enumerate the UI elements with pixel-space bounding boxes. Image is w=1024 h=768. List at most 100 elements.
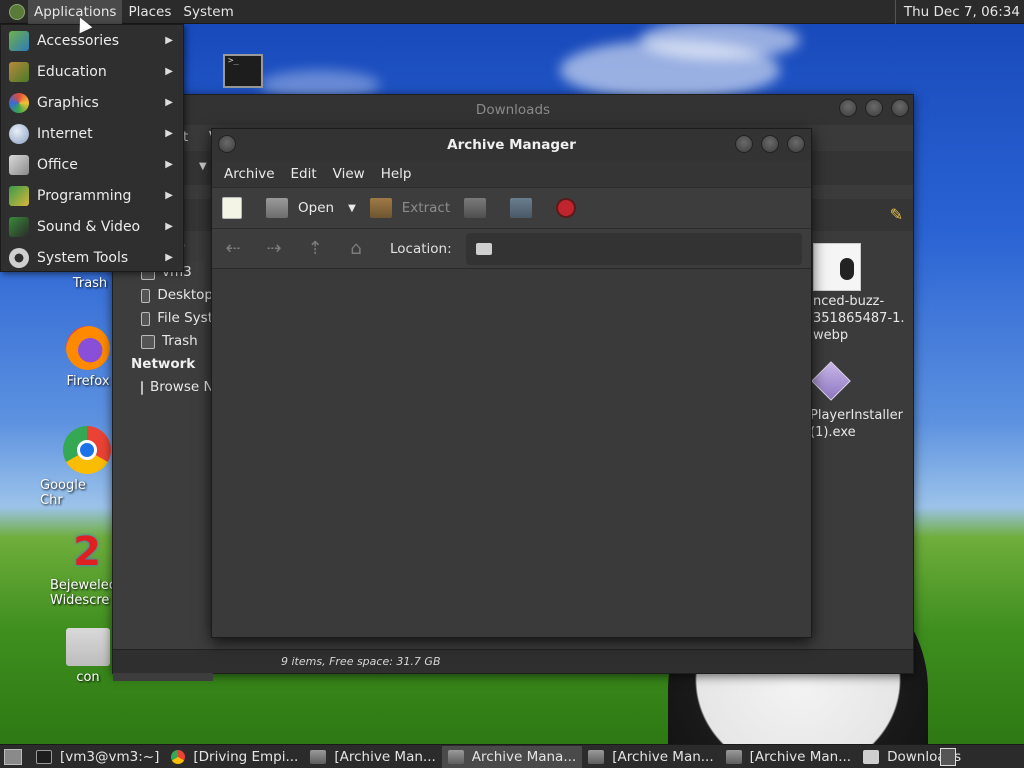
task-label: [Archive Man... [749,748,852,765]
task-label: [vm3@vm3:~] [60,748,160,765]
bottom-taskbar: [vm3@vm3:~] [Driving Empi... [Archive Ma… [0,744,1024,768]
extract-icon [369,198,392,218]
graphics-icon [9,92,29,113]
status-text: 9 items, Free space: 31.7 GB [281,655,441,668]
file-name-line: 351865487-1. [813,311,905,326]
back-arrow-icon[interactable]: ⇠ [222,238,244,259]
trash-desktop-icon[interactable]: Trash [60,276,120,291]
sidebar-item-desktop[interactable]: Desktop [113,284,213,307]
file-name-line: nced-buzz- [813,294,885,309]
app-menu-item-education[interactable]: Education ▶ [1,56,183,87]
firefox-desktop-label: Firefox [66,374,110,389]
trash-icon [141,334,155,349]
webp-file-thumbnail[interactable] [813,243,861,291]
task-chrome[interactable]: [Driving Empi... [165,746,304,768]
clock[interactable]: Thu Dec 7, 06:34 [894,0,1020,24]
bejeweled-desktop-icon[interactable]: 2 Bejewelec Widescre [50,529,116,608]
sidebar-label: Trash [162,333,198,349]
sound-video-icon [9,216,29,237]
sidebar-item-trash[interactable]: Trash [113,330,213,353]
archive-manager-window[interactable]: Archive Manager Archive Edit View Help O… [211,128,812,638]
workspace-switcher[interactable] [940,748,956,766]
maximize-button[interactable] [865,99,883,117]
close-button[interactable] [891,99,909,117]
distro-logo-icon[interactable] [6,1,28,23]
menu-places[interactable]: Places [122,0,177,24]
task-archive-manager-3[interactable]: [Archive Man... [582,746,719,768]
task-archive-manager-active[interactable]: Archive Mana... [441,745,583,768]
menu-system[interactable]: System [177,0,239,24]
firefox-desktop-icon[interactable]: Firefox [58,326,118,389]
file-webp[interactable]: nced-buzz- 351865487-1. webp [813,293,905,344]
home-icon[interactable]: ⌂ [345,238,367,259]
firefox-icon [66,326,110,370]
terminal-icon [36,749,52,764]
file-exe[interactable]: PlayerInstaller (1).exe [810,407,903,441]
app-menu-item-graphics[interactable]: Graphics ▶ [1,87,183,118]
stop-button[interactable] [556,198,586,218]
task-archive-manager-1[interactable]: [Archive Man... [304,746,441,768]
app-menu-item-office[interactable]: Office ▶ [1,149,183,180]
app-menu-label: System Tools [37,249,129,266]
archive-icon [725,749,742,764]
up-arrow-icon[interactable]: ⇡ [304,238,326,259]
dropdown-arrow-icon[interactable]: ▼ [199,161,207,172]
internet-icon [9,123,29,144]
sidebar-label: File Syst [157,310,213,326]
new-archive-button[interactable] [222,197,252,219]
submenu-arrow-icon: ▶ [165,97,173,108]
open-label: Open [298,200,335,216]
app-menu-label: Office [37,156,78,173]
extract-button[interactable]: Extract [369,198,450,218]
file-name-line: (1).exe [810,425,856,440]
app-menu-label: Graphics [37,94,99,111]
menu-help[interactable]: Help [373,166,420,182]
archive-file-list[interactable] [213,271,810,636]
open-button[interactable]: Open ▼ [266,198,356,218]
folder-icon [475,242,492,255]
minimize-button[interactable] [735,135,753,153]
sidebar-item-filesystem[interactable]: File Syst [113,307,213,330]
location-field[interactable] [465,232,802,265]
archive-toolbar: Open ▼ Extract [212,187,811,229]
close-button[interactable] [787,135,805,153]
terminal-desktop-icon[interactable]: >_ [223,54,263,88]
trash-desktop-label: Trash [72,276,108,291]
archive-icon [588,749,605,764]
app-menu-item-system-tools[interactable]: System Tools ▶ [1,242,183,273]
minimize-button[interactable] [839,99,857,117]
chrome-desktop-label: Google Chr [40,478,86,508]
app-menu-label: Accessories [37,32,120,49]
sidebar-label: Browse N [150,379,213,395]
menu-view[interactable]: View [325,166,373,182]
add-folder-button[interactable] [510,198,542,218]
menu-edit[interactable]: Edit [283,166,325,182]
app-menu-item-accessories[interactable]: Accessories ▶ [1,25,183,56]
app-menu-item-internet[interactable]: Internet ▶ [1,118,183,149]
location-bar: ⇠ ⇢ ⇡ ⌂ Location: [212,229,811,269]
app-menu-item-sound-video[interactable]: Sound & Video ▶ [1,211,183,242]
forward-arrow-icon[interactable]: ⇢ [263,238,285,259]
bejeweled-icon: 2 [73,529,101,575]
office-icon [9,154,29,175]
archive-menubar: Archive Edit View Help [212,161,811,187]
chrome-icon [171,749,186,764]
sidebar-item-browse-network[interactable]: Browse N [113,376,213,399]
downloads-statusbar: 9 items, Free space: 31.7 GB [113,649,913,673]
window-menu-button[interactable] [218,135,236,153]
archive-icon [310,749,327,764]
downloads-window-title: Downloads [113,95,913,125]
chrome-desktop-icon[interactable]: Google Chr [40,426,112,508]
chevron-down-icon[interactable]: ▼ [348,203,356,214]
menu-archive[interactable]: Archive [216,166,283,182]
show-desktop-icon[interactable] [4,748,22,765]
task-terminal[interactable]: [vm3@vm3:~] [30,746,165,768]
maximize-button[interactable] [761,135,779,153]
app-menu-item-programming[interactable]: Programming ▶ [1,180,183,211]
clear-broom-icon[interactable]: ✎ [890,205,903,224]
add-files-button[interactable] [464,198,496,218]
con-folder-desktop-icon[interactable]: con [62,628,114,685]
task-archive-manager-4[interactable]: [Archive Man... [720,746,857,768]
submenu-arrow-icon: ▶ [165,128,173,139]
submenu-arrow-icon: ▶ [165,252,173,263]
